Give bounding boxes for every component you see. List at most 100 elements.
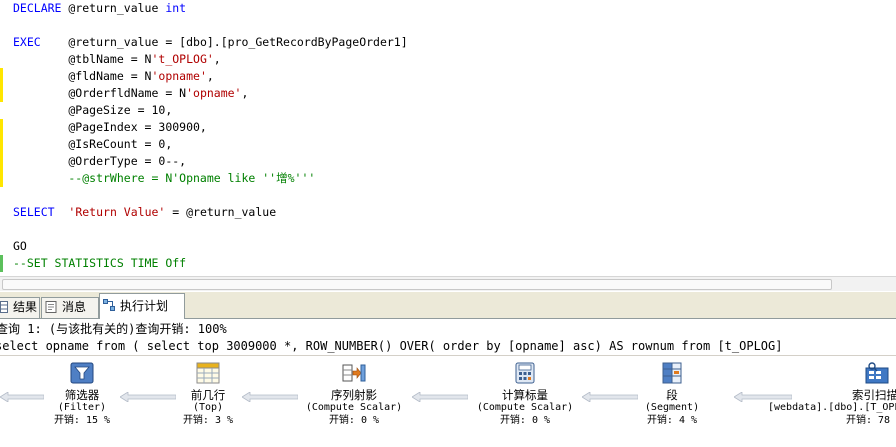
code-token: = @return_value xyxy=(165,205,277,219)
code-text: @IsReCount = 0, xyxy=(13,137,172,152)
plan-operator-sequence-project[interactable]: 序列射影 (Compute Scalar) 开销: 0 % xyxy=(284,360,424,428)
editor-horizontal-scrollbar[interactable] xyxy=(0,276,896,291)
code-token: , xyxy=(206,69,214,83)
code-text: @tblName = N't_OPLOG', xyxy=(13,52,221,67)
change-marker xyxy=(0,51,3,68)
tab-results-label: 结果 xyxy=(13,300,38,314)
code-text: @PageIndex = 300900, xyxy=(13,120,207,135)
execution-plan-pane[interactable]: 查询 1: (与该批有关的)查询开销: 100% select opname f… xyxy=(0,319,896,447)
code-line[interactable]: @PageIndex = 300900, xyxy=(0,119,896,136)
results-tab-bar: 结果 消息 执行计划 xyxy=(0,292,896,319)
code-token: @fldName = N xyxy=(13,69,152,83)
grid-icon xyxy=(0,301,8,313)
code-line[interactable]: @fldName = N'opname', xyxy=(0,68,896,85)
code-token: 'opname' xyxy=(151,69,207,83)
tab-execution-plan[interactable]: 执行计划 xyxy=(99,293,185,319)
scrollbar-thumb[interactable] xyxy=(2,279,832,290)
code-token: GO xyxy=(13,239,27,253)
change-marker xyxy=(0,187,3,204)
code-line[interactable]: @tblName = N't_OPLOG', xyxy=(0,51,896,68)
code-token: @OrderType = 0--, xyxy=(13,154,187,168)
code-token: @IsReCount = 0, xyxy=(13,137,173,151)
operator-name: 计算标量 xyxy=(502,388,548,402)
code-text: @PageSize = 10, xyxy=(13,103,172,118)
code-text: EXEC @return_value = [dbo].[pro_GetRecor… xyxy=(13,35,408,50)
plan-operator-filter[interactable]: 筛选器 (Filter) 开销: 15 % xyxy=(12,360,152,428)
code-token: --@strWhere = N'Opname like ''增%''' xyxy=(13,171,316,185)
code-token: @tblName = N xyxy=(13,52,152,66)
code-line[interactable]: @OrderType = 0--, xyxy=(0,153,896,170)
tab-results[interactable]: 结果 xyxy=(0,297,40,318)
operator-physical: (Compute Scalar) xyxy=(305,402,403,413)
operator-physical: (Segment) xyxy=(644,402,700,413)
operator-physical: (Top) xyxy=(192,402,224,413)
query-header: 查询 1: (与该批有关的)查询开销: 100% select opname f… xyxy=(0,319,896,356)
change-marker xyxy=(0,85,3,102)
operator-name: 前几行 xyxy=(190,388,226,402)
top-icon xyxy=(196,362,220,384)
filter-icon xyxy=(70,362,94,384)
plan-operator-top[interactable]: 前几行 (Top) 开销: 3 % xyxy=(138,360,278,428)
code-token: 'opname' xyxy=(186,86,242,100)
tab-messages[interactable]: 消息 xyxy=(41,297,99,318)
change-marker xyxy=(0,17,3,34)
code-line[interactable]: EXEC @return_value = [dbo].[pro_GetRecor… xyxy=(0,34,896,51)
compute-scalar-icon xyxy=(515,362,535,384)
code-token: @OrderfldName = N xyxy=(13,86,187,100)
code-line[interactable]: --@strWhere = N'Opname like ''增%''' xyxy=(0,170,896,187)
code-token: , xyxy=(241,86,249,100)
code-token: DECLARE xyxy=(13,1,62,15)
code-token: EXEC xyxy=(13,35,41,49)
code-token: SELECT xyxy=(13,205,55,219)
code-line[interactable]: @IsReCount = 0, xyxy=(0,136,896,153)
plan-operator-index-scan[interactable]: 索引扫描 [webdata].[dbo].[T_OPLOG] 开销: 78 % xyxy=(752,360,896,428)
code-text: @OrderfldName = N'opname', xyxy=(13,86,248,101)
code-line[interactable]: @OrderfldName = N'opname', xyxy=(0,85,896,102)
change-marker xyxy=(0,0,3,17)
change-marker xyxy=(0,68,3,85)
operator-cost: 开销: 4 % xyxy=(646,415,698,426)
code-text: @OrderType = 0--, xyxy=(13,154,186,169)
code-text: --SET STATISTICS TIME Off xyxy=(13,256,186,271)
query-sql-text: select opname from ( select top 3009000 … xyxy=(0,339,783,353)
code-line[interactable] xyxy=(0,221,896,238)
operator-cost: 开销: 0 % xyxy=(499,415,551,426)
operator-name: 索引扫描 xyxy=(852,388,896,402)
code-line[interactable] xyxy=(0,17,896,34)
code-text: DECLARE @return_value int xyxy=(13,1,186,16)
code-line[interactable]: GO xyxy=(0,238,896,255)
operator-cost: 开销: 0 % xyxy=(328,415,380,426)
code-line[interactable]: DECLARE @return_value int xyxy=(0,0,896,17)
change-marker xyxy=(0,34,3,51)
change-marker xyxy=(0,204,3,221)
change-marker xyxy=(0,170,3,187)
code-token: @return_value = [dbo].[pro_GetRecordByPa… xyxy=(40,35,408,49)
operator-physical: (Filter) xyxy=(57,402,107,413)
code-token: --SET STATISTICS TIME Off xyxy=(13,256,187,270)
sequence-project-icon xyxy=(342,364,366,382)
change-marker xyxy=(0,119,3,136)
plan-operator-compute-scalar[interactable]: 计算标量 (Compute Scalar) 开销: 0 % xyxy=(455,360,595,428)
code-text: SELECT 'Return Value' = @return_value xyxy=(13,205,276,220)
query-editor[interactable]: DECLARE @return_value int EXEC @return_va… xyxy=(0,0,896,276)
code-token: , xyxy=(213,52,221,66)
code-line[interactable]: --SET STATISTICS TIME Off xyxy=(0,255,896,272)
index-scan-icon xyxy=(865,362,889,384)
code-text: GO xyxy=(13,239,27,254)
message-icon xyxy=(45,301,57,313)
code-token: @PageSize = 10, xyxy=(13,103,173,117)
query-cost-title: 查询 1: (与该批有关的)查询开销: 100% xyxy=(0,322,227,336)
operator-name: 序列射影 xyxy=(331,388,377,402)
change-marker xyxy=(0,102,3,119)
code-line[interactable]: SELECT 'Return Value' = @return_value xyxy=(0,204,896,221)
code-token: @PageIndex = 300900, xyxy=(13,120,207,134)
code-token: 'Return Value' xyxy=(68,205,166,219)
code-line[interactable] xyxy=(0,187,896,204)
code-line[interactable]: @PageSize = 10, xyxy=(0,102,896,119)
code-text: --@strWhere = N'Opname like ''增%''' xyxy=(13,171,315,186)
operator-cost: 开销: 15 % xyxy=(53,415,111,426)
plan-operator-segment[interactable]: 段 (Segment) 开销: 4 % xyxy=(602,360,742,428)
change-marker xyxy=(0,221,3,238)
code-token: @return_value xyxy=(61,1,166,15)
